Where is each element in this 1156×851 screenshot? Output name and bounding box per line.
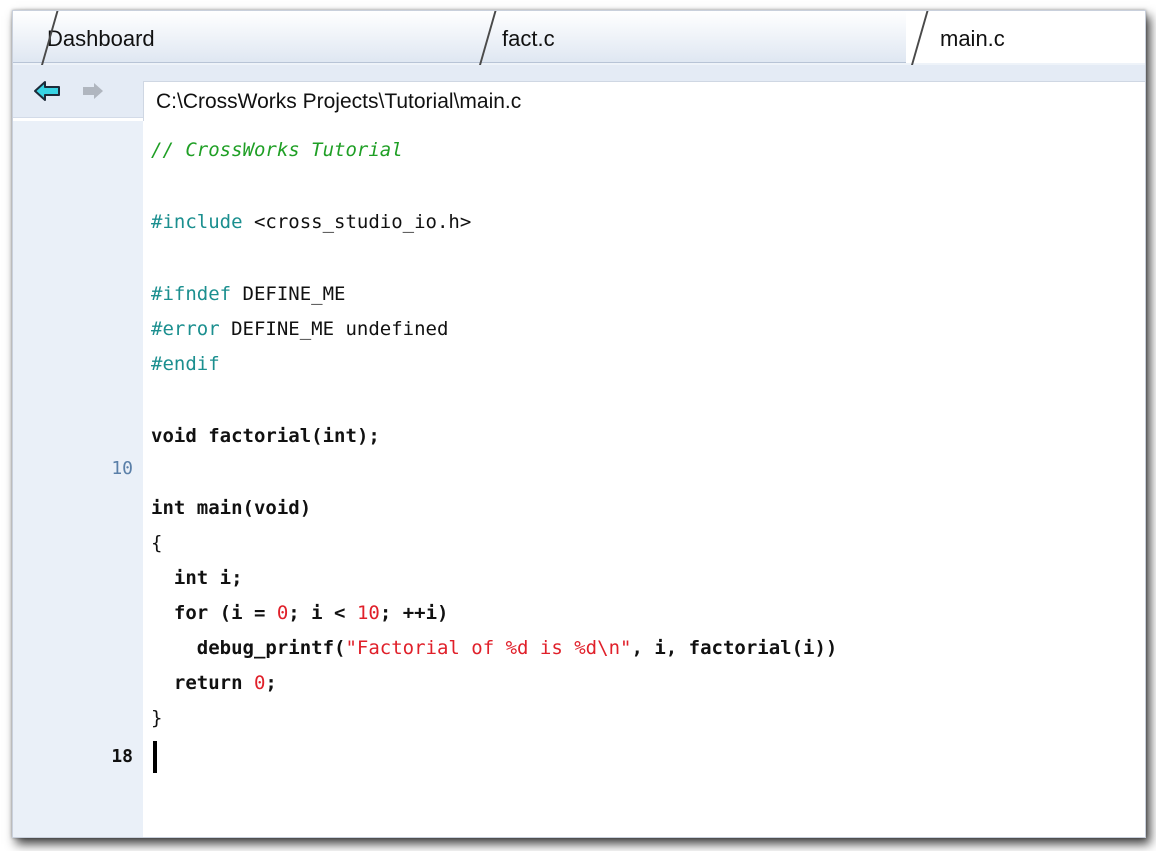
preprocessor-token: #include [151,211,243,233]
line-number: 10 [111,458,133,479]
macro-name: DEFINE_ME [231,283,346,305]
code-line[interactable]: #ifndef DEFINE_ME [151,277,345,312]
expression: (i = [208,602,277,624]
error-message: DEFINE_ME undefined [219,318,449,340]
code-line[interactable]: #error DEFINE_ME undefined [151,312,448,347]
code-line[interactable]: // CrossWorks Tutorial [151,133,403,168]
keyword-token: return [151,672,243,694]
punctuation: ); [356,425,380,447]
line-number: 18 [111,746,133,767]
identifier: i; [208,567,243,589]
include-target: <cross_studio_io.h> [242,211,472,233]
tab-dashboard[interactable]: Dashboard [13,11,468,63]
function-call: debug_printf( [151,637,346,659]
tab-label: fact.c [502,26,555,51]
back-button[interactable] [33,77,61,105]
tab-label: Dashboard [47,26,155,51]
keyword-token: int [151,567,209,589]
number-literal: 0 [276,602,289,624]
code-line[interactable]: { [151,526,162,561]
code-line[interactable]: return 0; [151,666,277,701]
code-line[interactable]: #endif [151,347,220,382]
code-line[interactable]: void factorial(int); [151,419,380,454]
keyword-token: void [253,497,300,519]
punctuation: ; [265,672,277,694]
code-line[interactable]: for (i = 0; i < 10; ++i) [151,596,449,631]
brace: { [151,532,163,554]
punctuation: ) [299,497,312,519]
code-line[interactable]: int main(void) [151,491,311,526]
tab-fact-c[interactable]: fact.c [468,11,906,63]
text-cursor [153,741,157,773]
code-line[interactable]: #include <cross_studio_io.h> [151,205,471,240]
file-path-field[interactable]: C:\CrossWorks Projects\Tutorial\main.c [143,81,1145,121]
forward-button[interactable] [79,77,107,105]
code-line[interactable]: int i; [151,561,243,596]
number-literal: 10 [356,602,380,624]
preprocessor-token: #endif [151,353,220,375]
back-arrow-icon [34,81,60,101]
code-line[interactable]: } [151,701,162,736]
keyword-token: int [322,425,357,447]
arguments: , i, factorial(i)) [631,637,838,659]
tab-main-c[interactable]: main.c [906,11,1145,63]
comment-token: // CrossWorks Tutorial [151,139,403,161]
preprocessor-token: #ifndef [151,283,232,305]
expression: ; ++i) [379,602,449,624]
function-name: main( [185,497,254,519]
keyword-token: int [151,497,186,519]
tab-label: main.c [940,26,1005,51]
code-line[interactable]: debug_printf("Factorial of %d is %d\n", … [151,631,838,666]
keyword-token: void [151,425,197,447]
string-literal: "Factorial of %d is %d\n" [345,637,632,659]
keyword-token: for [151,602,209,624]
expression: ; i < [288,602,357,624]
preprocessor-token: #error [151,318,220,340]
number-literal: 0 [253,672,266,694]
editor-window: Dashboard fact.c main.c C:\CrossWorks Pr… [12,10,1146,838]
forward-arrow-icon [83,83,103,99]
function-name: factorial( [196,425,323,447]
tab-strip: Dashboard fact.c main.c [13,11,1145,65]
brace: } [151,707,163,729]
